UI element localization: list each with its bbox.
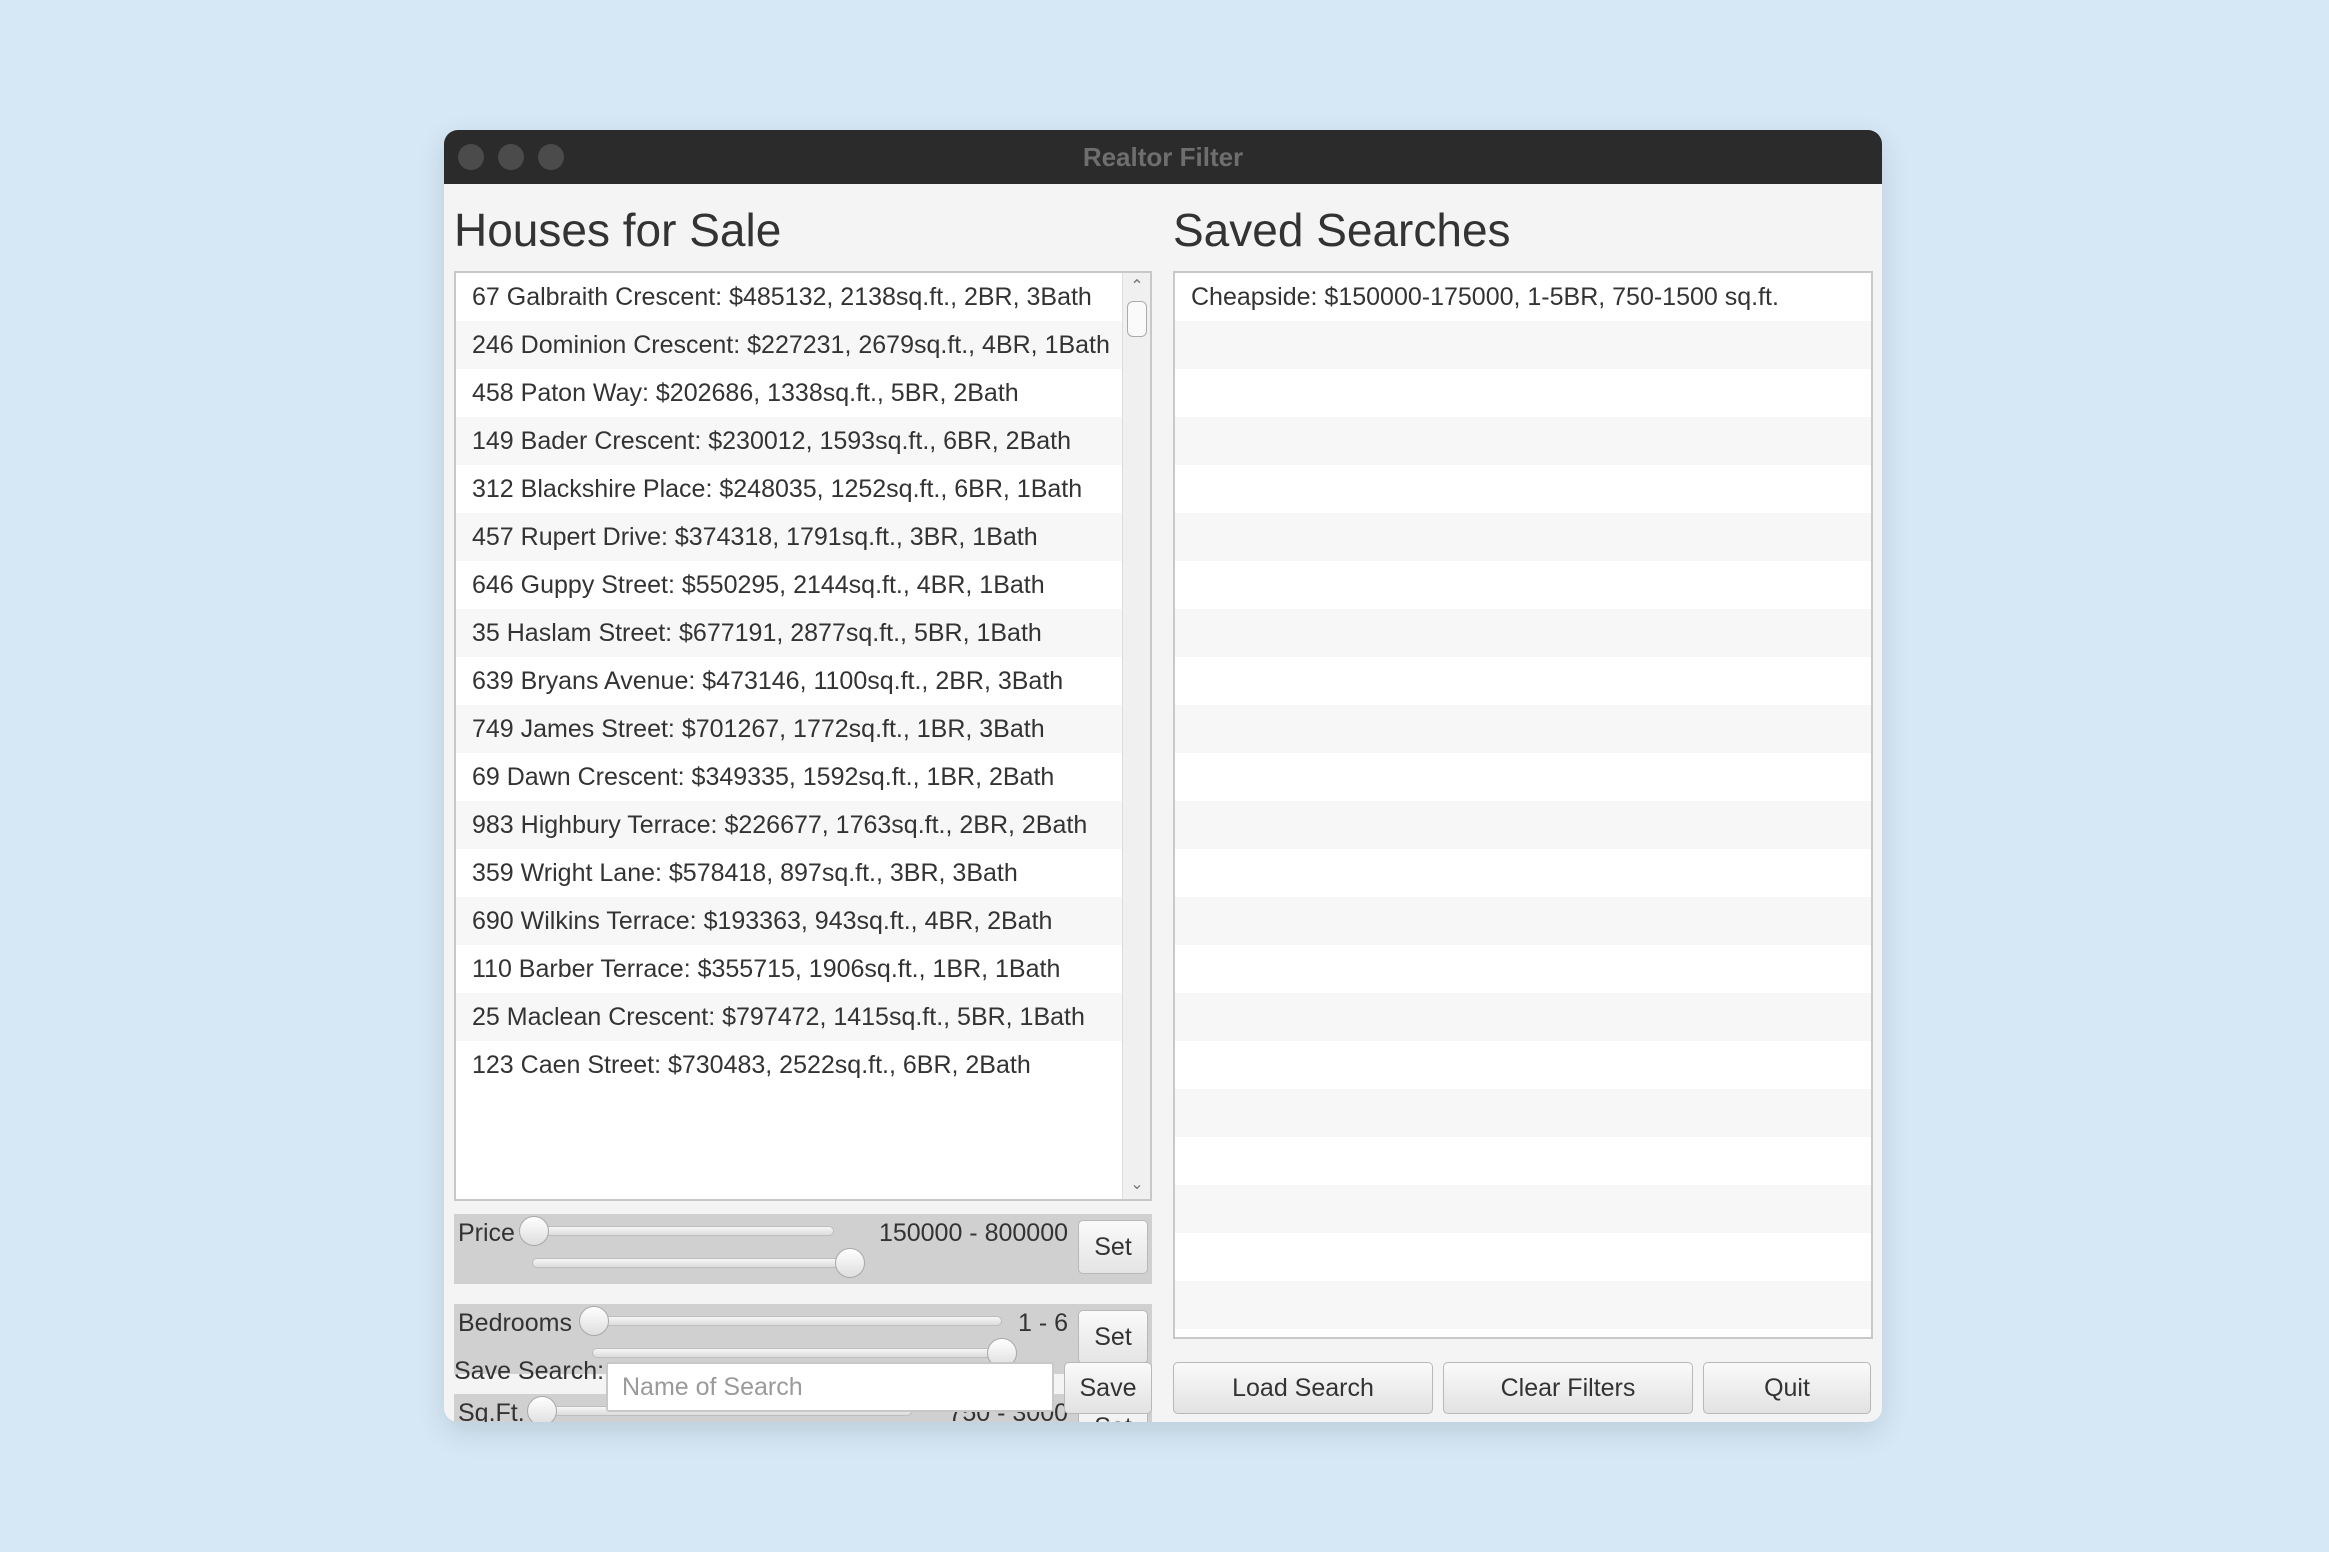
- saved-search-item[interactable]: [1175, 369, 1871, 417]
- list-item[interactable]: 646 Guppy Street: $550295, 2144sq.ft., 4…: [456, 561, 1126, 609]
- quit-button[interactable]: Quit: [1703, 1362, 1871, 1414]
- sqft-label: Sq.Ft.: [458, 1399, 525, 1422]
- saved-search-item[interactable]: Cheapside: $150000-175000, 1-5BR, 750-15…: [1175, 273, 1871, 321]
- saved-search-item[interactable]: [1175, 1233, 1871, 1281]
- saved-search-item[interactable]: [1175, 1089, 1871, 1137]
- window-title: Realtor Filter: [1082, 142, 1244, 172]
- list-item[interactable]: 458 Paton Way: $202686, 1338sq.ft., 5BR,…: [456, 369, 1126, 417]
- saved-search-item[interactable]: [1175, 561, 1871, 609]
- price-filter: Price 150000 - 800000 Set: [454, 1214, 1152, 1284]
- price-min-track[interactable]: [534, 1226, 834, 1236]
- saved-search-item[interactable]: [1175, 513, 1871, 561]
- title-bar[interactable]: Realtor Filter: [444, 130, 1882, 184]
- bedrooms-range-value: 1 - 6: [1017, 1309, 1068, 1337]
- saved-search-item[interactable]: [1175, 705, 1871, 753]
- list-item[interactable]: 67 Galbraith Crescent: $485132, 2138sq.f…: [456, 273, 1126, 321]
- chevron-down-icon[interactable]: ⌄: [1123, 1173, 1150, 1197]
- saved-search-item[interactable]: [1175, 1185, 1871, 1233]
- list-item[interactable]: 69 Dawn Crescent: $349335, 1592sq.ft., 1…: [456, 753, 1126, 801]
- price-set-button[interactable]: Set: [1078, 1220, 1148, 1274]
- bedrooms-set-button[interactable]: Set: [1078, 1310, 1148, 1364]
- list-item[interactable]: 312 Blackshire Place: $248035, 1252sq.ft…: [456, 465, 1126, 513]
- list-item[interactable]: 359 Wright Lane: $578418, 897sq.ft., 3BR…: [456, 849, 1126, 897]
- saved-search-item[interactable]: [1175, 321, 1871, 369]
- sqft-min-slider[interactable]: [527, 1396, 557, 1422]
- price-label: Price: [458, 1219, 515, 1247]
- chevron-up-icon[interactable]: ⌃: [1123, 275, 1150, 299]
- list-item[interactable]: 149 Bader Crescent: $230012, 1593sq.ft.,…: [456, 417, 1126, 465]
- list-item[interactable]: 35 Haslam Street: $677191, 2877sq.ft., 5…: [456, 609, 1126, 657]
- bedrooms-max-track[interactable]: [592, 1348, 1002, 1358]
- houses-list[interactable]: 67 Galbraith Crescent: $485132, 2138sq.f…: [454, 271, 1152, 1201]
- saved-search-item[interactable]: [1175, 417, 1871, 465]
- list-item[interactable]: 110 Barber Terrace: $355715, 1906sq.ft.,…: [456, 945, 1126, 993]
- app-window: Realtor Filter Houses for Sale Saved Sea…: [444, 130, 1882, 1422]
- list-item[interactable]: 25 Maclean Crescent: $797472, 1415sq.ft.…: [456, 993, 1126, 1041]
- list-item[interactable]: 457 Rupert Drive: $374318, 1791sq.ft., 3…: [456, 513, 1126, 561]
- load-search-button[interactable]: Load Search: [1173, 1362, 1433, 1414]
- saved-search-item[interactable]: [1175, 465, 1871, 513]
- list-item[interactable]: 749 James Street: $701267, 1772sq.ft., 1…: [456, 705, 1126, 753]
- houses-scrollbar[interactable]: ⌃ ⌄: [1122, 273, 1150, 1199]
- saved-search-item[interactable]: [1175, 897, 1871, 945]
- bedrooms-label: Bedrooms: [458, 1309, 572, 1337]
- bedrooms-min-track[interactable]: [594, 1316, 1002, 1326]
- saved-search-item[interactable]: [1175, 657, 1871, 705]
- search-name-input[interactable]: [606, 1362, 1054, 1412]
- saved-search-item[interactable]: [1175, 849, 1871, 897]
- list-item[interactable]: 983 Highbury Terrace: $226677, 1763sq.ft…: [456, 801, 1126, 849]
- saved-search-item[interactable]: [1175, 1137, 1871, 1185]
- saved-search-item[interactable]: [1175, 801, 1871, 849]
- price-max-track[interactable]: [532, 1258, 850, 1268]
- save-search-label: Save Search:: [454, 1357, 605, 1385]
- price-min-slider[interactable]: [519, 1216, 549, 1246]
- list-item[interactable]: 123 Caen Street: $730483, 2522sq.ft., 6B…: [456, 1041, 1126, 1089]
- scrollbar-thumb[interactable]: [1127, 301, 1147, 337]
- bedrooms-min-slider[interactable]: [579, 1306, 609, 1336]
- saved-search-item[interactable]: [1175, 945, 1871, 993]
- saved-search-item[interactable]: [1175, 1281, 1871, 1329]
- price-max-slider[interactable]: [835, 1248, 865, 1278]
- list-item[interactable]: 690 Wilkins Terrace: $193363, 943sq.ft.,…: [456, 897, 1126, 945]
- saved-searches-list[interactable]: Cheapside: $150000-175000, 1-5BR, 750-15…: [1173, 271, 1873, 1339]
- clear-filters-button[interactable]: Clear Filters: [1443, 1362, 1693, 1414]
- list-item[interactable]: 639 Bryans Avenue: $473146, 1100sq.ft., …: [456, 657, 1126, 705]
- saved-search-item[interactable]: [1175, 609, 1871, 657]
- save-button[interactable]: Save: [1064, 1362, 1152, 1414]
- saved-search-item[interactable]: [1175, 993, 1871, 1041]
- saved-search-item[interactable]: [1175, 1041, 1871, 1089]
- saved-searches-heading: Saved Searches: [1173, 204, 1511, 256]
- price-range-value: 150000 - 800000: [878, 1219, 1068, 1247]
- houses-heading: Houses for Sale: [454, 204, 782, 256]
- list-item[interactable]: 246 Dominion Crescent: $227231, 2679sq.f…: [456, 321, 1126, 369]
- saved-search-item[interactable]: [1175, 753, 1871, 801]
